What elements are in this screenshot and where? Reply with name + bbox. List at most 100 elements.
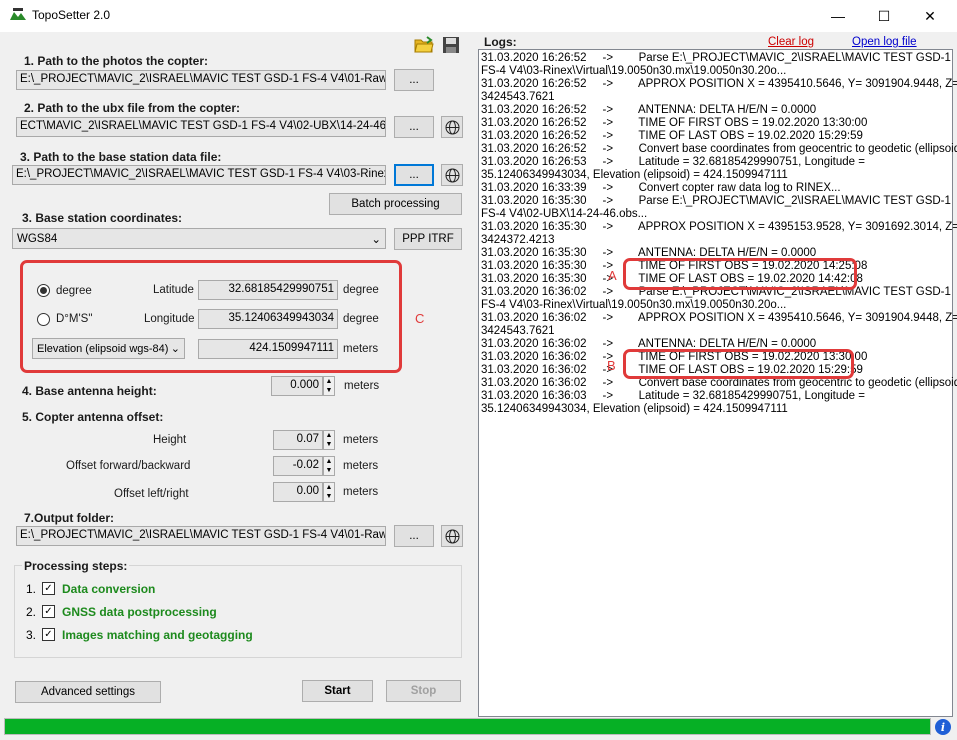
marker-b: B — [607, 358, 616, 373]
log-line: 31.03.2020 16:36:03 -> Latitude = 32.681… — [481, 390, 865, 402]
offset-height-input[interactable]: 0.07 — [273, 430, 323, 450]
offset-lr-input[interactable]: 0.00 — [273, 482, 323, 502]
coordinate-system-select[interactable]: WGS84 ⌄ — [12, 228, 386, 249]
base-globe-icon[interactable] — [441, 164, 463, 186]
clear-log-link[interactable]: Clear log — [768, 36, 814, 48]
log-line: 35.12406349943034, Elevation (elipsoid) … — [481, 403, 788, 415]
ubx-path-input[interactable]: ECT\MAVIC_2\ISRAEL\MAVIC TEST GSD-1 FS-4… — [16, 117, 386, 137]
offset-height-spinner[interactable]: ▲ ▼ — [323, 430, 335, 450]
maximize-button[interactable]: ☐ — [861, 0, 907, 32]
log-line: 31.03.2020 16:26:52 -> TIME OF FIRST OBS… — [481, 117, 868, 129]
elevation-input[interactable]: 424.1509947111 — [198, 339, 338, 359]
degree-radio[interactable] — [37, 284, 50, 297]
step-1-number: 1. — [26, 582, 37, 596]
logs-label: Logs: — [484, 35, 517, 49]
processing-steps-label: Processing steps: — [22, 559, 130, 573]
ubx-browse-button[interactable]: ... — [394, 116, 434, 138]
log-line: 31.03.2020 16:36:02 -> APPROX POSITION X… — [481, 312, 957, 324]
log-line: 31.03.2020 16:35:30 -> Parse E:\_PROJECT… — [481, 195, 951, 207]
ppp-itrf-button[interactable]: PPP ITRF — [394, 228, 462, 250]
log-line: 31.03.2020 16:26:52 -> Parse E:\_PROJECT… — [481, 52, 951, 64]
close-button[interactable]: ✕ — [907, 0, 953, 32]
output-globe-icon[interactable] — [441, 525, 463, 547]
photos-browse-button[interactable]: ... — [394, 69, 434, 91]
offset-lr-label: Offset left/right — [114, 488, 189, 500]
log-line: 3424372.4213 — [481, 234, 555, 246]
offset-height-unit: meters — [343, 434, 379, 446]
log-line: 3424543.7621 — [481, 325, 555, 337]
elevation-type-value: Elevation (elipsoid wgs-84) — [37, 342, 169, 355]
latitude-label: Latitude — [153, 284, 194, 296]
advanced-settings-button[interactable]: Advanced settings — [15, 681, 161, 703]
photos-path-label: 1. Path to the photos the copter: — [24, 54, 209, 68]
minimize-button[interactable]: — — [815, 0, 861, 32]
step-1-checkbox[interactable]: ✓ — [42, 582, 55, 595]
log-line: 31.03.2020 16:33:39 -> Convert copter ra… — [481, 182, 841, 194]
marker-c: C — [415, 311, 425, 326]
step-2-checkbox[interactable]: ✓ — [42, 605, 55, 618]
offset-fb-input[interactable]: -0.02 — [273, 456, 323, 476]
title-bar — [0, 0, 957, 32]
log-line: 31.03.2020 16:35:30 -> APPROX POSITION X… — [481, 221, 957, 233]
app-logo-icon — [10, 8, 26, 20]
dms-radio[interactable] — [37, 313, 50, 326]
log-line: FS-4 V4\03-Rinex\Virtual\19.0050n30.mx\1… — [481, 65, 787, 77]
chevron-down-icon: ⌄ — [170, 343, 180, 355]
offset-lr-unit: meters — [343, 486, 379, 498]
elevation-type-select[interactable]: Elevation (elipsoid wgs-84) ⌄ — [32, 338, 185, 359]
longitude-label: Longitude — [144, 313, 195, 325]
step-2-number: 2. — [26, 605, 37, 619]
step-3-number: 3. — [26, 628, 37, 642]
window-title: TopoSetter 2.0 — [32, 8, 111, 22]
highlight-box-a — [623, 258, 857, 290]
offset-lr-spinner[interactable]: ▲ ▼ — [323, 482, 335, 502]
offset-fb-unit: meters — [343, 460, 379, 472]
step-2-label: GNSS data postprocessing — [62, 605, 217, 619]
dms-radio-label: D°M'S" — [56, 313, 93, 325]
log-line: FS-4 V4\02-UBX\14-24-46.obs... — [481, 208, 648, 220]
antenna-height-label: 4. Base antenna height: — [22, 384, 157, 398]
info-icon[interactable]: i — [935, 719, 951, 735]
start-button[interactable]: Start — [302, 680, 373, 702]
save-icon[interactable] — [442, 36, 460, 54]
marker-a: A — [608, 268, 617, 283]
highlight-box-b — [623, 349, 854, 379]
output-folder-label: 7.Output folder: — [24, 511, 114, 525]
step-1-label: Data conversion — [62, 582, 156, 596]
copter-offset-label: 5. Copter antenna offset: — [22, 410, 164, 424]
output-browse-button[interactable]: ... — [394, 525, 434, 547]
antenna-height-unit: meters — [344, 380, 380, 392]
log-line: FS-4 V4\03-Rinex\Virtual\19.0050n30.mx\1… — [481, 299, 787, 311]
photos-path-input[interactable]: E:\_PROJECT\MAVIC_2\ISRAEL\MAVIC TEST GS… — [16, 70, 386, 90]
base-path-input[interactable]: E:\_PROJECT\MAVIC_2\ISRAEL\MAVIC TEST GS… — [12, 165, 386, 185]
longitude-input[interactable]: 35.12406349943034 — [198, 309, 338, 329]
batch-processing-button[interactable]: Batch processing — [329, 193, 462, 215]
stop-button[interactable]: Stop — [386, 680, 461, 702]
step-3-label: Images matching and geotagging — [62, 628, 253, 642]
step-3-checkbox[interactable]: ✓ — [42, 628, 55, 641]
log-line: 31.03.2020 16:26:52 -> ANTENNA: DELTA H/… — [481, 104, 817, 116]
antenna-height-input[interactable]: 0.000 — [271, 376, 323, 396]
longitude-unit: degree — [343, 313, 379, 325]
offset-fb-spinner[interactable]: ▲ ▼ — [323, 456, 335, 476]
base-coordinates-label: 3. Base station coordinates: — [22, 211, 183, 225]
base-browse-button[interactable]: ... — [394, 164, 434, 186]
ubx-globe-icon[interactable] — [441, 116, 463, 138]
log-line: 31.03.2020 16:26:53 -> Latitude = 32.681… — [481, 156, 865, 168]
coordinate-system-value: WGS84 — [17, 232, 58, 245]
ubx-path-label: 2. Path to the ubx file from the copter: — [24, 101, 241, 115]
antenna-height-spinner[interactable]: ▲ ▼ — [323, 376, 335, 396]
open-log-file-link[interactable]: Open log file — [852, 36, 917, 48]
log-line: 35.12406349943034, Elevation (elipsoid) … — [481, 169, 788, 181]
latitude-input[interactable]: 32.68185429990751 — [198, 280, 338, 300]
degree-radio-label: degree — [56, 285, 92, 297]
log-panel[interactable]: 31.03.2020 16:26:52 -> Parse E:\_PROJECT… — [478, 49, 957, 717]
log-line: 31.03.2020 16:26:52 -> Convert base coor… — [481, 143, 957, 155]
open-folder-icon[interactable] — [414, 36, 434, 54]
progress-bar — [4, 718, 931, 735]
elevation-unit: meters — [343, 343, 379, 355]
offset-height-label: Height — [153, 434, 187, 446]
latitude-unit: degree — [343, 284, 379, 296]
output-folder-input[interactable]: E:\_PROJECT\MAVIC_2\ISRAEL\MAVIC TEST GS… — [16, 526, 386, 546]
offset-fb-label: Offset forward/backward — [66, 460, 191, 472]
